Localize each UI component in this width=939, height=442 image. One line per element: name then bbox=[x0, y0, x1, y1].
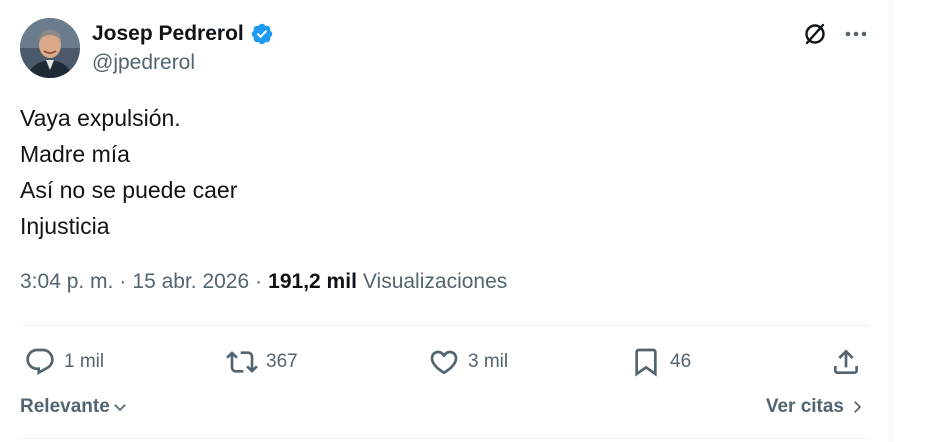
divider bbox=[20, 325, 870, 326]
column-border bbox=[891, 0, 892, 442]
tweet-date[interactable]: 15 abr. 2026 bbox=[132, 270, 249, 294]
replies-sort-row: Relevante Ver citas bbox=[20, 396, 870, 424]
views-label[interactable]: Visualizaciones bbox=[363, 270, 507, 294]
share-button[interactable] bbox=[830, 340, 862, 384]
tweet-line: Vaya expulsión. bbox=[20, 105, 181, 131]
tweet-line: Así no se puede caer bbox=[20, 177, 238, 203]
reply-button[interactable]: 1 mil bbox=[24, 340, 104, 384]
tweet-text: Vaya expulsión. Madre mía Así no se pued… bbox=[20, 100, 237, 244]
author-handle[interactable]: @jpedrerol bbox=[92, 51, 195, 75]
more-icon[interactable] bbox=[842, 20, 870, 48]
tweet-time[interactable]: 3:04 p. m. bbox=[20, 270, 113, 294]
chevron-right-icon bbox=[854, 401, 862, 413]
tweet-line: Injusticia bbox=[20, 213, 110, 239]
meta-separator: · bbox=[255, 270, 263, 293]
avatar[interactable] bbox=[20, 18, 80, 78]
chevron-down-icon bbox=[113, 404, 126, 412]
like-count: 3 mil bbox=[468, 351, 509, 372]
tweet-detail: Josep Pedrerol @jpedrerol Vaya expulsión… bbox=[0, 0, 939, 442]
avatar-image bbox=[20, 18, 80, 78]
meta-separator: · bbox=[119, 270, 127, 293]
bookmark-icon bbox=[635, 348, 657, 377]
reply-icon bbox=[26, 348, 54, 375]
view-quotes-link[interactable]: Ver citas bbox=[766, 396, 866, 418]
views-count[interactable]: 191,2 mil bbox=[268, 270, 357, 294]
action-bar: 1 mil 367 3 mil 46 bbox=[20, 340, 870, 384]
like-icon bbox=[430, 350, 458, 375]
sort-replies-dropdown[interactable]: Relevante bbox=[20, 396, 129, 418]
grok-icon[interactable] bbox=[801, 20, 829, 48]
like-button[interactable]: 3 mil bbox=[428, 340, 508, 384]
bookmark-count: 46 bbox=[670, 351, 692, 372]
tweet-line: Madre mía bbox=[20, 141, 130, 167]
sort-label: Relevante bbox=[20, 396, 110, 417]
repost-icon bbox=[226, 351, 258, 373]
author-name[interactable]: Josep Pedrerol bbox=[92, 22, 244, 46]
repost-button[interactable]: 367 bbox=[226, 340, 298, 384]
verified-badge-icon bbox=[251, 23, 272, 45]
author-name-row[interactable]: Josep Pedrerol bbox=[92, 20, 274, 48]
share-icon bbox=[834, 349, 858, 374]
reply-count: 1 mil bbox=[64, 351, 105, 372]
tweet-meta: 3:04 p. m. · 15 abr. 2026 · 191,2 mil Vi… bbox=[20, 270, 507, 294]
repost-count: 367 bbox=[266, 351, 298, 372]
view-quotes-label: Ver citas bbox=[765, 396, 844, 417]
divider bbox=[20, 438, 870, 439]
bookmark-button[interactable]: 46 bbox=[630, 340, 691, 384]
